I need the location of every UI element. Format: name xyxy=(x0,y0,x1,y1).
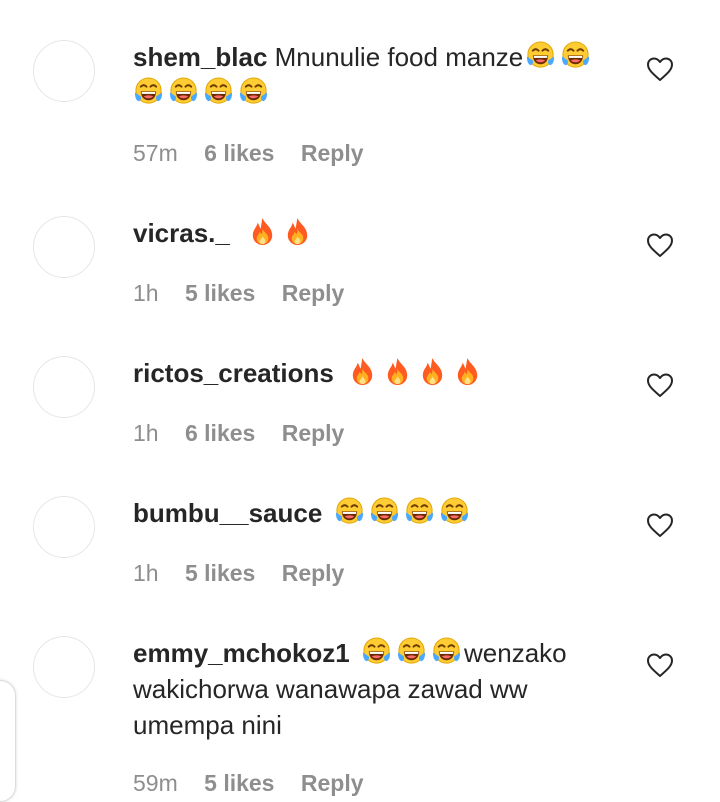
like-heart-icon[interactable] xyxy=(646,56,674,82)
side-panel-edge[interactable] xyxy=(0,680,16,802)
laugh-cry-emoji-icon xyxy=(560,40,591,71)
comment-username[interactable]: emmy_mchokoz1 xyxy=(133,638,350,668)
comment-likes-link[interactable]: 5 likes xyxy=(204,770,274,796)
laugh-cry-emoji-icon xyxy=(431,636,462,667)
comment-meta: 57m 6 likes Reply xyxy=(133,140,384,167)
laugh-cry-emoji-icon xyxy=(203,76,234,107)
comment-body: vicras._ xyxy=(133,215,633,251)
comment-body: shem_blac Mnunulie food manze xyxy=(133,39,633,111)
laugh-cry-emoji-icon xyxy=(238,76,269,107)
comment-likes-link[interactable]: 6 likes xyxy=(204,140,274,166)
comment-meta: 1h 5 likes Reply xyxy=(133,560,364,587)
comment-body: bumbu__sauce xyxy=(133,495,633,531)
fire-emoji-icon xyxy=(347,356,378,387)
like-heart-icon[interactable] xyxy=(646,512,674,538)
reply-button[interactable]: Reply xyxy=(301,770,364,796)
laugh-cry-emoji-icon xyxy=(439,496,470,527)
avatar[interactable] xyxy=(33,636,95,698)
like-heart-icon[interactable] xyxy=(646,372,674,398)
laugh-cry-emoji-icon xyxy=(404,496,435,527)
laugh-cry-emoji-icon xyxy=(168,76,199,107)
laugh-cry-emoji-icon xyxy=(396,636,427,667)
like-heart-icon[interactable] xyxy=(646,232,674,258)
fire-emoji-icon xyxy=(282,216,313,247)
comment-username[interactable]: bumbu__sauce xyxy=(133,498,322,528)
comment-username[interactable]: shem_blac xyxy=(133,42,267,72)
comment-likes-link[interactable]: 5 likes xyxy=(185,280,255,306)
comment-meta: 1h 6 likes Reply xyxy=(133,420,364,447)
comment-likes-link[interactable]: 5 likes xyxy=(185,560,255,586)
comment-time: 1h xyxy=(133,420,159,446)
comment-time: 1h xyxy=(133,280,159,306)
reply-button[interactable]: Reply xyxy=(282,420,345,446)
avatar[interactable] xyxy=(33,496,95,558)
avatar[interactable] xyxy=(33,40,95,102)
fire-emoji-icon xyxy=(382,356,413,387)
comment-time: 1h xyxy=(133,560,159,586)
laugh-cry-emoji-icon xyxy=(334,496,365,527)
comment-meta: 59m 5 likes Reply xyxy=(133,770,384,797)
comment-likes-link[interactable]: 6 likes xyxy=(185,420,255,446)
comment-body: emmy_mchokoz1 wenzako wakichorwa wanawap… xyxy=(133,635,603,743)
reply-button[interactable]: Reply xyxy=(282,280,345,306)
laugh-cry-emoji-icon xyxy=(369,496,400,527)
laugh-cry-emoji-icon xyxy=(133,76,164,107)
comment-text: Mnunulie food manze xyxy=(274,42,524,72)
laugh-cry-emoji-icon xyxy=(525,40,556,71)
comment-username[interactable]: rictos_creations xyxy=(133,358,334,388)
reply-button[interactable]: Reply xyxy=(301,140,364,166)
fire-emoji-icon xyxy=(247,216,278,247)
fire-emoji-icon xyxy=(452,356,483,387)
comment-meta: 1h 5 likes Reply xyxy=(133,280,364,307)
like-heart-icon[interactable] xyxy=(646,652,674,678)
comment-body: rictos_creations xyxy=(133,355,633,391)
comment-time: 57m xyxy=(133,140,178,166)
avatar[interactable] xyxy=(33,216,95,278)
avatar[interactable] xyxy=(33,356,95,418)
fire-emoji-icon xyxy=(417,356,448,387)
reply-button[interactable]: Reply xyxy=(282,560,345,586)
laugh-cry-emoji-icon xyxy=(361,636,392,667)
comment-time: 59m xyxy=(133,770,178,796)
comment-username[interactable]: vicras._ xyxy=(133,218,230,248)
